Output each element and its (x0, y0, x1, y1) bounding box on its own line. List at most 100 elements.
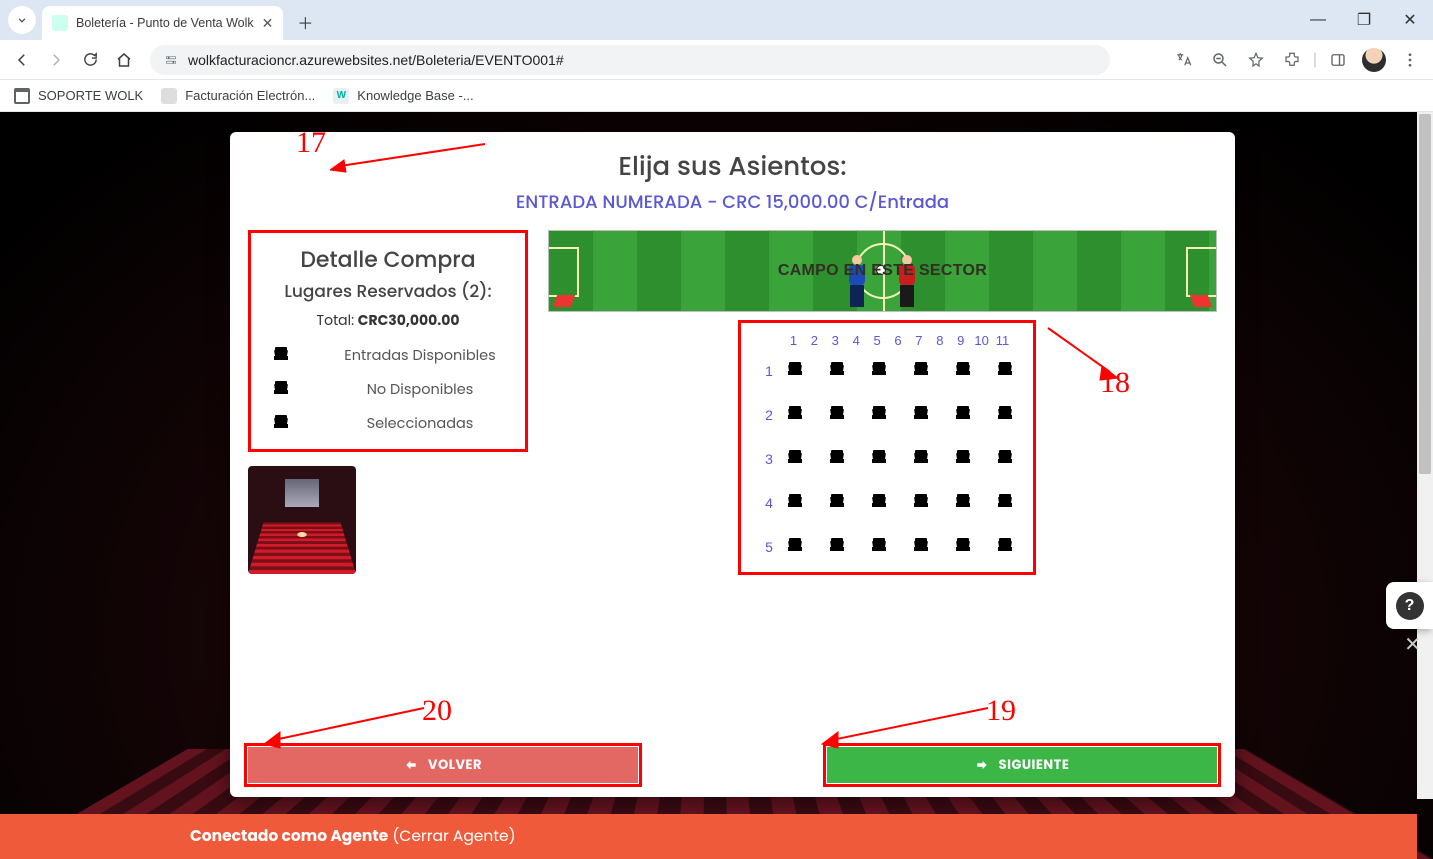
bookmark-item[interactable]: Facturación Electrón... (161, 88, 315, 104)
extensions-icon[interactable] (1277, 45, 1307, 75)
seat-avail[interactable] (995, 360, 1015, 382)
bookmark-star-icon[interactable] (1241, 45, 1271, 75)
browser-menu-button[interactable] (1395, 45, 1425, 75)
nav-reload-button[interactable] (76, 46, 104, 74)
seat-avail[interactable] (911, 404, 931, 426)
seat-avail[interactable] (995, 404, 1015, 426)
url-text: wolkfacturacioncr.azurewebsites.net/Bole… (188, 52, 564, 68)
column-label: 4 (846, 333, 867, 348)
seat-avail[interactable] (953, 404, 973, 426)
seat-avail[interactable] (785, 492, 805, 514)
next-button[interactable]: SIGUIENTE (827, 747, 1217, 783)
seat-avail[interactable] (785, 536, 805, 558)
row-label: 2 (759, 407, 779, 423)
column-label: 11 (992, 333, 1013, 348)
seat-row: 2 (759, 404, 1015, 426)
column-label: 10 (971, 333, 992, 348)
address-bar[interactable]: wolkfacturacioncr.azurewebsites.net/Bole… (150, 45, 1110, 75)
bookmark-item[interactable]: W Knowledge Base -... (333, 88, 473, 104)
seat-avail[interactable] (995, 536, 1015, 558)
seat-available-icon (271, 345, 291, 367)
scrollbar-thumb[interactable] (1419, 114, 1431, 474)
row-label: 1 (759, 363, 779, 379)
seat-avail[interactable] (911, 448, 931, 470)
seat-unavailable-icon (271, 379, 291, 401)
seat-avail[interactable] (911, 492, 931, 514)
seat-avail[interactable] (785, 404, 805, 426)
column-label: 1 (783, 333, 804, 348)
bookmark-label: SOPORTE WOLK (38, 88, 143, 103)
seat-avail[interactable] (911, 536, 931, 558)
seat-grid-panel: 1234567891011 12345 (738, 320, 1036, 575)
seat-avail[interactable] (869, 360, 889, 382)
back-button[interactable]: VOLVER (248, 747, 638, 783)
tab-close-button[interactable]: ✕ (262, 15, 274, 32)
new-tab-button[interactable]: ＋ (291, 8, 319, 36)
column-label: 7 (908, 333, 929, 348)
question-icon: ? (1396, 592, 1424, 620)
arrow-right-icon (975, 758, 989, 772)
seat-selection-card: Elija sus Asientos: ENTRADA NUMERADA - C… (230, 132, 1235, 797)
seat-avail[interactable] (869, 404, 889, 426)
seat-avail[interactable] (827, 448, 847, 470)
translate-icon[interactable] (1169, 45, 1199, 75)
scrollbar[interactable] (1417, 112, 1433, 799)
window-minimize-button[interactable]: ― (1295, 0, 1341, 40)
seat-avail[interactable] (869, 492, 889, 514)
seat-avail[interactable] (911, 360, 931, 382)
help-button[interactable]: ? (1386, 582, 1433, 629)
seat-avail[interactable] (995, 448, 1015, 470)
seat-avail[interactable] (953, 536, 973, 558)
nav-home-button[interactable] (110, 46, 138, 74)
column-label: 6 (888, 333, 909, 348)
zoom-icon[interactable] (1205, 45, 1235, 75)
annotation-number: 17 (296, 126, 326, 160)
seat-avail[interactable] (827, 536, 847, 558)
bookmarks-bar: SOPORTE WOLK Facturación Electrón... W Kn… (0, 80, 1433, 112)
profile-avatar[interactable] (1359, 45, 1389, 75)
sidepanel-icon[interactable] (1323, 45, 1353, 75)
browser-toolbar: wolkfacturacioncr.azurewebsites.net/Bole… (0, 40, 1433, 80)
row-label: 4 (759, 495, 779, 511)
seat-row: 5 (759, 536, 1015, 558)
browser-titlebar: Boletería - Punto de Venta Wolk ✕ ＋ ― ❐ … (0, 0, 1433, 40)
site-icon (161, 88, 177, 104)
seat-avail[interactable] (953, 360, 973, 382)
seat-avail[interactable] (869, 448, 889, 470)
field-banner: CAMPO EN ESTE SECTOR (548, 230, 1217, 312)
legend-selected: Seleccionadas (321, 414, 519, 435)
seat-row: 4 (759, 492, 1015, 514)
seat-avail[interactable] (827, 404, 847, 426)
seat-sel[interactable] (785, 360, 805, 382)
site-icon: W (333, 88, 349, 104)
total-value: CRC30,000.00 (358, 310, 460, 330)
reserved-count-label: Lugares Reservados (2): (257, 278, 519, 304)
seat-sel[interactable] (827, 360, 847, 382)
seat-avail[interactable] (827, 492, 847, 514)
seat-avail[interactable] (953, 448, 973, 470)
seat-avail[interactable] (869, 536, 889, 558)
bookmark-label: Knowledge Base -... (357, 88, 473, 103)
seat-row: 1 (759, 360, 1015, 382)
bookmark-item[interactable]: SOPORTE WOLK (14, 88, 143, 104)
arrow-left-icon (404, 758, 418, 772)
seat-row: 3 (759, 448, 1015, 470)
column-label: 2 (804, 333, 825, 348)
total-label: Total: (317, 310, 358, 330)
seat-avail[interactable] (995, 492, 1015, 514)
legend-available: Entradas Disponibles (321, 346, 519, 367)
window-close-button[interactable]: ✕ (1387, 0, 1433, 40)
column-label: 9 (950, 333, 971, 348)
legend-unavailable: No Disponibles (321, 380, 519, 401)
tab-search-button[interactable] (8, 6, 36, 34)
purchase-detail-panel: Detalle Compra Lugares Reservados (2): T… (248, 230, 528, 452)
nav-back-button[interactable] (8, 46, 36, 74)
nav-forward-button[interactable] (42, 46, 70, 74)
next-button-label: SIGUIENTE (999, 755, 1070, 775)
seat-avail[interactable] (785, 448, 805, 470)
window-maximize-button[interactable]: ❐ (1341, 0, 1387, 40)
seat-avail[interactable] (953, 492, 973, 514)
help-close-button[interactable]: ✕ (1404, 632, 1421, 657)
close-agent-link[interactable]: (Cerrar Agente) (392, 825, 515, 848)
browser-tab[interactable]: Boletería - Punto de Venta Wolk ✕ (42, 6, 283, 40)
